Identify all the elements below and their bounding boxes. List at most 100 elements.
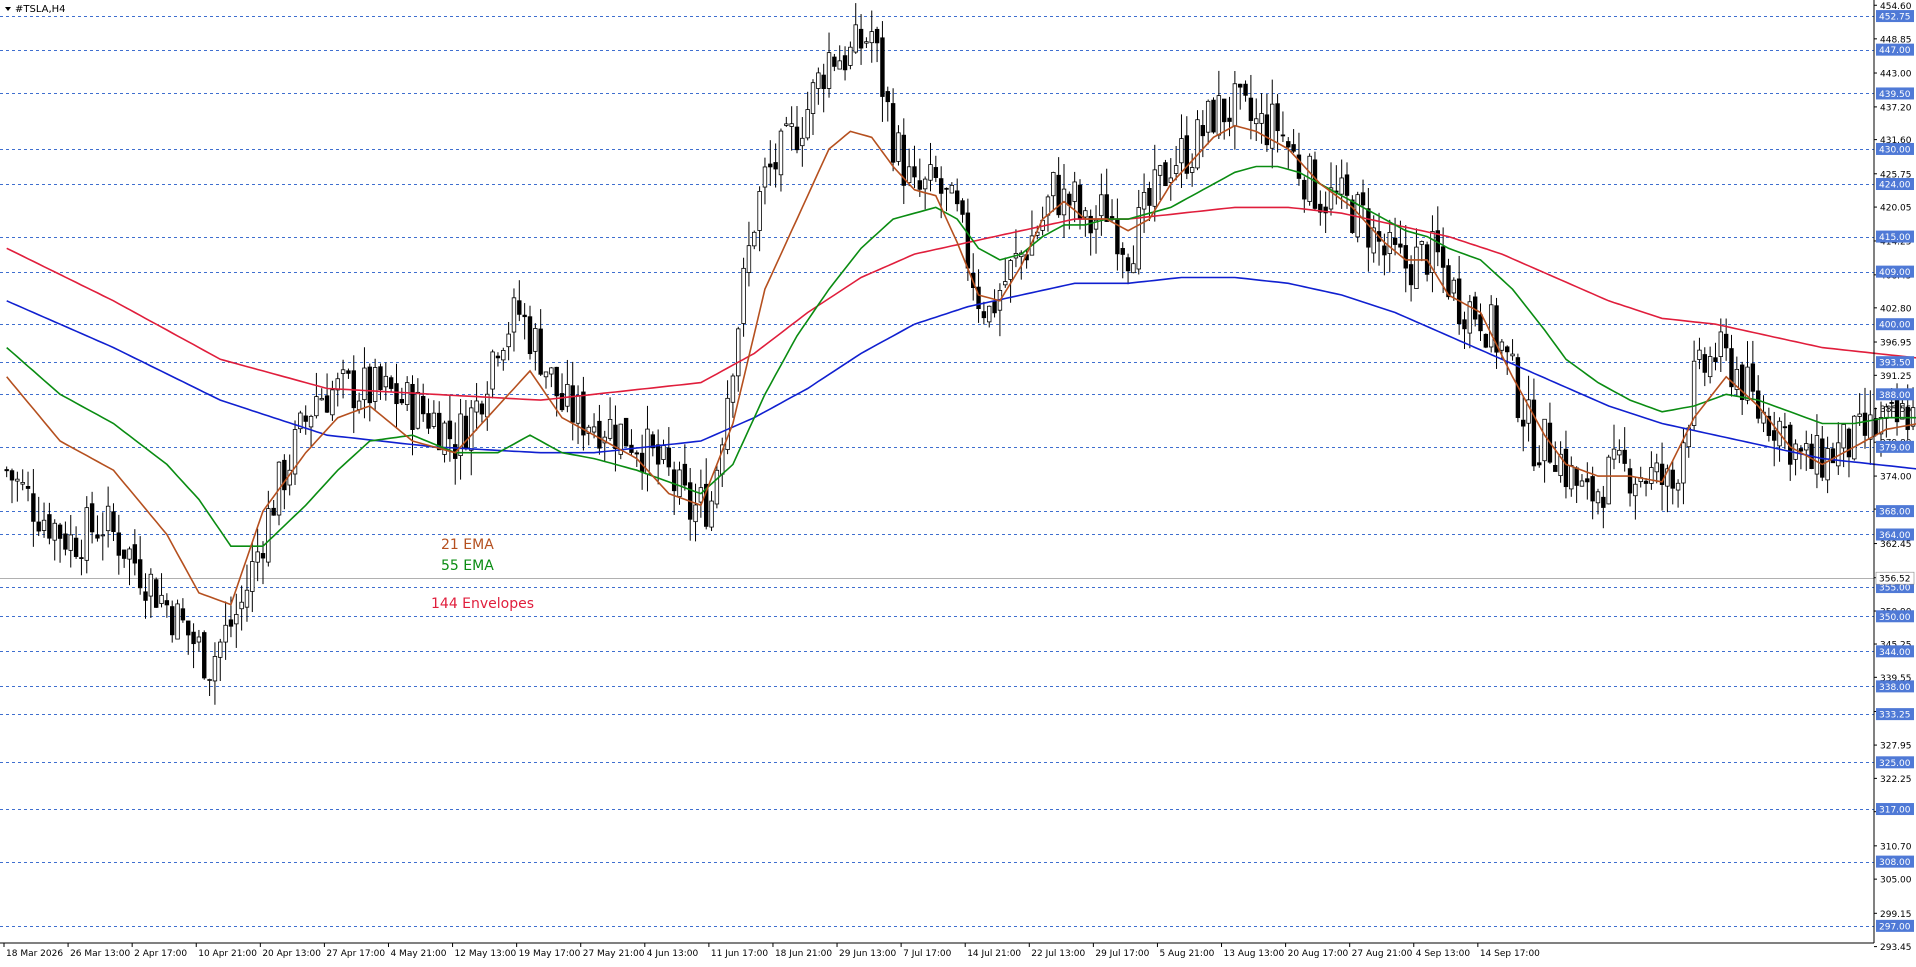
candle-body	[1056, 174, 1061, 216]
candle-body	[495, 355, 501, 359]
candle-body	[1387, 232, 1392, 254]
chart-window[interactable]: 454.60 448.85 443.00 437.20 431.60 425.75 420.…	[0, 0, 1916, 963]
candle-body	[1804, 443, 1809, 451]
time-tick-label: 2 Apr 17:00	[134, 949, 187, 959]
candle-body	[1280, 134, 1286, 137]
level-price-tag-label: 388.00	[1879, 391, 1911, 401]
time-tick-label: 19 May 17:00	[519, 949, 581, 959]
candle-body	[1633, 483, 1638, 497]
candle-body	[591, 426, 597, 433]
candle-body	[388, 377, 394, 389]
candle-body	[223, 624, 228, 643]
time-tick-label: 29 Jul 17:00	[1095, 949, 1149, 959]
candle-body	[244, 589, 250, 608]
candle-body	[164, 600, 170, 606]
candle-body	[1221, 98, 1227, 123]
candle-body	[202, 632, 207, 679]
candle-body	[1830, 448, 1836, 464]
candle-body	[693, 504, 698, 523]
candle-body	[1291, 144, 1296, 152]
candle-body	[153, 579, 159, 608]
candle-body	[41, 519, 47, 531]
candle-body	[1131, 263, 1136, 274]
time-tick-label: 13 Aug 13:00	[1224, 949, 1285, 959]
candle-body	[522, 314, 527, 318]
level-price-tag-label: 368.00	[1879, 508, 1911, 518]
candle-body	[538, 328, 543, 375]
level-price-tag-label: 317.00	[1879, 806, 1911, 816]
candle-body	[1472, 296, 1478, 320]
title-layer: #TSLA,H4	[5, 4, 66, 15]
candle-body	[912, 166, 917, 178]
candle-body	[1462, 319, 1467, 330]
level-price-tag-label: 338.00	[1879, 683, 1911, 693]
candle-body	[4, 469, 9, 472]
candle-body	[645, 428, 650, 475]
chart-title: #TSLA,H4	[15, 4, 66, 15]
candle-body	[36, 521, 41, 532]
price-tick-label: 396.95	[1880, 339, 1912, 349]
window-menu-triangle-icon[interactable]	[5, 7, 11, 11]
time-tick-label: 14 Jul 21:00	[967, 949, 1021, 959]
candle-body	[47, 514, 52, 539]
candle-body	[1275, 103, 1280, 132]
candle-body	[869, 31, 874, 44]
legend-envelopes: 144 Envelopes	[431, 596, 534, 612]
legend-layer: 21 EMA 55 EMA 144 Envelopes	[431, 537, 534, 612]
candle-body	[175, 603, 180, 640]
candle-body	[218, 641, 223, 658]
candle-body	[394, 383, 399, 405]
candle-body	[410, 383, 415, 430]
candle-body	[1072, 181, 1077, 202]
price-tick-label: 420.05	[1880, 204, 1912, 214]
candle-body	[1147, 187, 1152, 206]
candle-body	[623, 417, 629, 447]
candle-body	[1595, 491, 1601, 504]
candle-body	[1344, 174, 1350, 196]
candle-body	[1505, 346, 1510, 353]
price-tick-label: 374.00	[1880, 473, 1912, 483]
level-price-tag-label: 379.00	[1879, 443, 1911, 453]
candle-body	[1723, 333, 1729, 349]
candle-body	[170, 606, 175, 636]
candle-body	[1617, 449, 1622, 456]
candle-body	[1574, 467, 1579, 486]
candle-body	[1798, 448, 1804, 452]
candle-body	[1003, 281, 1008, 286]
candle-body	[234, 614, 239, 625]
candle-body	[1414, 246, 1419, 289]
time-tick-label: 4 Sep 13:00	[1416, 949, 1471, 959]
price-tick-label: 327.95	[1880, 742, 1912, 752]
candle-body	[73, 537, 79, 557]
candle-body	[191, 631, 196, 645]
candle-body	[741, 267, 746, 324]
candle-body	[613, 424, 618, 450]
candle-body	[842, 55, 848, 71]
candle-body	[1189, 167, 1195, 173]
candle-body	[757, 191, 762, 231]
candle-body	[159, 594, 164, 604]
time-tick-label: 18 Jun 21:00	[775, 949, 832, 959]
candle-body	[506, 333, 511, 348]
candle-body	[15, 478, 20, 482]
candle-body	[858, 28, 864, 49]
candle-body	[1211, 99, 1216, 133]
candle-body	[1718, 331, 1724, 357]
candle-body	[420, 395, 426, 415]
time-tick-label: 18 Mar 2026	[6, 949, 63, 959]
candle-body	[1606, 456, 1611, 505]
legend-ema55: 55 EMA	[441, 558, 494, 574]
price-chart[interactable]: 454.60448.85443.00437.20431.60425.75420.…	[0, 0, 1916, 963]
price-tick-label: 402.80	[1880, 304, 1912, 314]
level-price-tag-label: 447.00	[1879, 46, 1911, 56]
candle-body	[1841, 424, 1846, 449]
candle-body	[330, 389, 335, 416]
candle-body	[773, 162, 778, 170]
candle-body	[1451, 279, 1457, 294]
candle-body	[885, 91, 890, 103]
time-tick-label: 4 May 21:00	[390, 949, 446, 959]
price-tick-label: 391.25	[1880, 372, 1912, 382]
candle-body	[1601, 496, 1606, 508]
candle-body	[789, 123, 794, 127]
candle-body	[655, 444, 661, 465]
